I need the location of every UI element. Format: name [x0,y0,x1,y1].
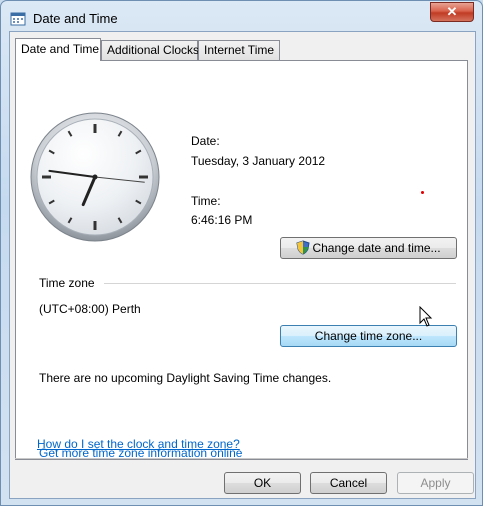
tab-date-and-time[interactable]: Date and Time [15,38,101,61]
how-to-set-clock-link[interactable]: How do I set the clock and time zone? [37,437,240,451]
time-label: Time: [191,194,221,208]
shield-icon [296,240,311,255]
date-value: Tuesday, 3 January 2012 [191,154,326,168]
cancel-button[interactable]: Cancel [310,472,387,494]
tab-internet-time[interactable]: Internet Time [198,40,280,60]
ok-button[interactable]: OK [224,472,301,494]
change-date-time-button[interactable]: Change date and time... [280,237,457,259]
apply-button[interactable]: Apply [397,472,474,494]
calendar-clock-icon [10,12,26,26]
time-zone-value: (UTC+08:00) Perth [39,302,141,316]
date-time-window: Date and Time ✕ Date and Time Additional… [0,0,483,506]
tab-panel: Date: Tuesday, 3 January 2012 Time: 6:46… [15,60,468,460]
date-label: Date: [191,134,220,148]
time-zone-section-label: Time zone [39,276,95,290]
footer-divider [15,458,468,459]
change-time-zone-button[interactable]: Change time zone... [280,325,457,347]
time-value: 6:46:16 PM [191,213,253,227]
title-bar[interactable]: Date and Time ✕ [1,1,482,35]
window-title: Date and Time [33,11,118,26]
change-date-time-label: Change date and time... [312,241,441,255]
close-button[interactable]: ✕ [430,2,474,22]
red-dot-marker [421,191,424,194]
analog-clock [30,112,160,242]
tab-additional-clocks[interactable]: Additional Clocks [101,40,199,60]
mouse-cursor-icon [419,306,433,327]
dialog-client-area: Date and Time Additional Clocks Internet… [9,31,476,499]
time-zone-divider [104,283,456,284]
dst-note: There are no upcoming Daylight Saving Ti… [39,371,332,385]
